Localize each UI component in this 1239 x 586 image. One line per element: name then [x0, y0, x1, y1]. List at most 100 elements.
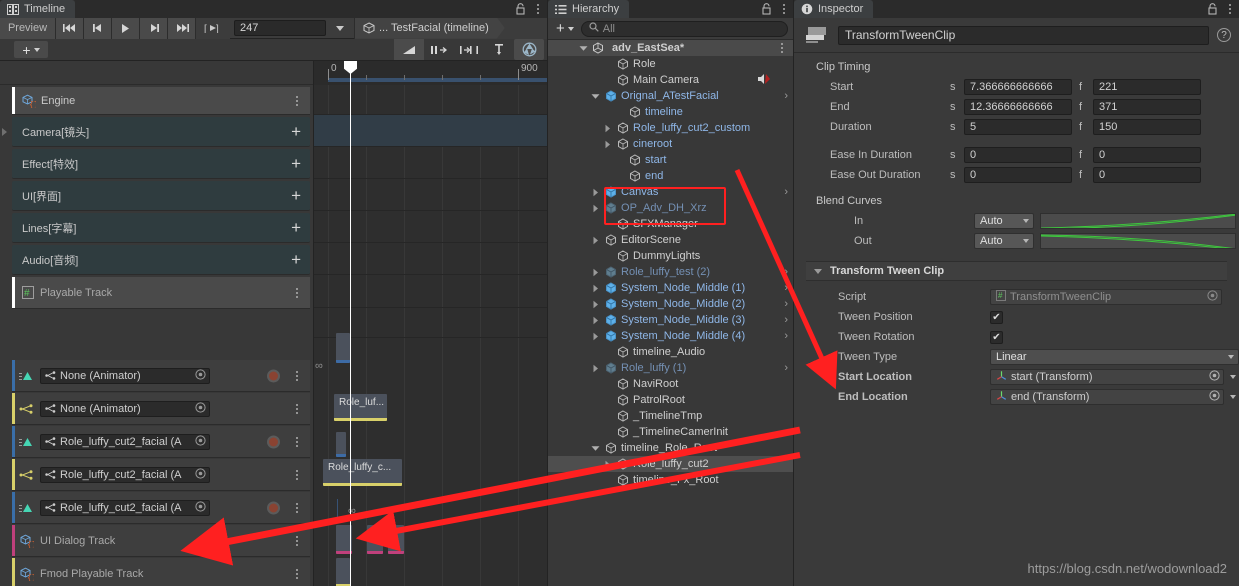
hierarchy-item-role-luffy-test-2[interactable]: Role_luffy_test (2) › [548, 264, 793, 280]
help-icon[interactable]: ? [1217, 28, 1231, 42]
end-location-field[interactable]: end (Transform) [990, 389, 1224, 405]
add-clip-button[interactable]: + [291, 187, 301, 204]
prev-frame-button[interactable] [84, 17, 112, 39]
track-ui[interactable]: UI[界面] + [12, 181, 310, 211]
track-menu-icon[interactable] [292, 502, 302, 513]
prefab-open-chevron-icon[interactable]: › [784, 90, 788, 102]
blend-out-curve-preview[interactable] [1040, 233, 1236, 249]
hierarchy-menu-icon[interactable] [779, 4, 789, 14]
hierarchy-item-start[interactable]: start [548, 152, 793, 168]
track-camera[interactable]: Camera[镜头] + [2, 117, 310, 147]
tween-position-checkbox[interactable]: ✔ [990, 310, 1003, 324]
hierarchy-item-cineroot[interactable]: cineroot [548, 136, 793, 152]
hierarchy-item-timelinecamerinit[interactable]: _TimelineCamerInit [548, 424, 793, 440]
search-input[interactable]: All [580, 20, 788, 37]
foldout-toggle[interactable] [602, 124, 613, 133]
hierarchy-item-timeline-role-root[interactable]: timeline_Role_Root [548, 440, 793, 456]
hierarchy-item-system-node-middle-3[interactable]: System_Node_Middle (3) › [548, 312, 793, 328]
end-location-dropdown-icon[interactable] [1230, 395, 1236, 399]
hierarchy-item-system-node-middle-1[interactable]: System_Node_Middle (1) › [548, 280, 793, 296]
prefab-open-chevron-icon[interactable]: › [784, 362, 788, 374]
hierarchy-tree[interactable]: adv_EastSea* Role Main Camera Orignal_ATes… [548, 40, 793, 586]
add-clip-button[interactable]: + [291, 219, 301, 236]
hierarchy-item-timeline-audio[interactable]: timeline_Audio [548, 344, 793, 360]
preview-button[interactable]: Preview [0, 17, 56, 39]
clip-animation-1[interactable] [336, 333, 350, 363]
hierarchy-scene-row[interactable]: adv_EastSea* [548, 40, 793, 56]
hierarchy-item-main-camera[interactable]: Main Camera [548, 72, 793, 88]
foldout-toggle[interactable] [590, 284, 601, 293]
blend-in-dropdown[interactable]: Auto [974, 213, 1034, 229]
ease-in-frames-input[interactable]: 0 [1093, 147, 1201, 163]
replace-edit-button[interactable] [454, 39, 484, 60]
track-playable[interactable]: # Playable Track [12, 277, 310, 309]
record-toggle[interactable] [267, 435, 280, 448]
start-location-field[interactable]: start (Transform) [990, 369, 1224, 385]
clip-ui-dialog-2[interactable] [367, 525, 383, 554]
clip-role-luf[interactable]: Role_luf... [334, 394, 387, 421]
track-fmod[interactable]: {} Fmod Playable Track [12, 558, 310, 586]
hierarchy-item-role-luffy-1[interactable]: Role_luffy (1) › [548, 360, 793, 376]
foldout-toggle[interactable] [590, 236, 601, 245]
track-facial-2[interactable]: Role_luffy_cut2_facial (A [12, 459, 310, 491]
prefab-open-chevron-icon[interactable]: › [784, 266, 788, 278]
foldout-toggle[interactable] [590, 204, 601, 213]
hierarchy-item-system-node-middle-4[interactable]: System_Node_Middle (4) › [548, 328, 793, 344]
foldout-toggle[interactable] [590, 188, 601, 197]
foldout-toggle[interactable] [590, 332, 601, 341]
foldout-toggle[interactable] [590, 445, 601, 452]
end-seconds-input[interactable]: 12.36666666666 [964, 99, 1072, 115]
hierarchy-item-system-node-middle-2[interactable]: System_Node_Middle (2) › [548, 296, 793, 312]
object-picker-icon[interactable] [1209, 370, 1220, 384]
lock-icon[interactable] [515, 3, 526, 15]
tween-type-dropdown[interactable]: Linear [990, 349, 1239, 365]
hierarchy-item-timeline-fx-root[interactable]: timeline_Fx_Root [548, 472, 793, 488]
next-frame-button[interactable] [140, 17, 168, 39]
track-facial-1[interactable]: Role_luffy_cut2_facial (A [12, 426, 310, 458]
ease-out-frames-input[interactable]: 0 [1093, 167, 1201, 183]
object-picker-icon[interactable] [195, 368, 206, 383]
prefab-open-chevron-icon[interactable]: › [784, 298, 788, 310]
object-picker-icon[interactable] [195, 434, 206, 449]
object-picker-icon[interactable] [1209, 390, 1220, 404]
track-menu-icon[interactable] [292, 436, 302, 447]
end-frames-input[interactable]: 371 [1093, 99, 1201, 115]
object-picker-icon[interactable] [195, 467, 206, 482]
play-button[interactable] [112, 17, 140, 39]
blend-out-dropdown[interactable]: Auto [974, 233, 1034, 249]
foldout-toggle[interactable] [590, 93, 601, 100]
prefab-open-chevron-icon[interactable]: › [784, 282, 788, 294]
first-frame-button[interactable] [56, 17, 84, 39]
frame-input[interactable]: 247 [234, 20, 326, 36]
hierarchy-item-role[interactable]: Role [548, 56, 793, 72]
track-binding-field[interactable]: Role_luffy_cut2_facial (A [40, 433, 210, 450]
play-range-button[interactable]: [] [196, 17, 230, 39]
track-effect[interactable]: Effect[特效] + [12, 149, 310, 179]
hierarchy-item-orignal-atestfacial[interactable]: Orignal_ATestFacial › [548, 88, 793, 104]
hierarchy-item-naviroot[interactable]: NaviRoot [548, 376, 793, 392]
hierarchy-item-role-luffy-cut2-custom[interactable]: Role_luffy_cut2_custom [548, 120, 793, 136]
track-menu-icon[interactable] [292, 568, 302, 579]
chevron-down-icon[interactable] [578, 45, 589, 52]
add-track-button[interactable]: + [14, 41, 48, 58]
create-object-button[interactable]: + [553, 20, 577, 37]
component-header-transform-tween-clip[interactable]: Transform Tween Clip [806, 261, 1227, 281]
prefab-open-chevron-icon[interactable]: › [784, 330, 788, 342]
foldout-toggle[interactable] [602, 460, 613, 469]
hierarchy-item-timelinetmp[interactable]: _TimelineTmp [548, 408, 793, 424]
hierarchy-item-timeline[interactable]: timeline [548, 104, 793, 120]
track-lines[interactable]: Lines[字幕] + [12, 213, 310, 243]
duration-seconds-input[interactable]: 5 [964, 119, 1072, 135]
foldout-arrow-icon[interactable] [2, 127, 7, 136]
add-clip-button[interactable]: + [291, 123, 301, 140]
lock-icon[interactable] [1207, 3, 1218, 15]
hierarchy-item-dummylights[interactable]: DummyLights [548, 248, 793, 264]
hierarchy-item-canvas[interactable]: Canvas › [548, 184, 793, 200]
track-menu-icon[interactable] [292, 469, 302, 480]
hierarchy-item-end[interactable]: end [548, 168, 793, 184]
track-menu-icon[interactable] [292, 403, 302, 414]
scene-menu-icon[interactable] [777, 43, 787, 53]
object-picker-icon[interactable] [195, 401, 206, 416]
start-frames-input[interactable]: 221 [1093, 79, 1201, 95]
tab-hierarchy[interactable]: Hierarchy [548, 0, 630, 18]
